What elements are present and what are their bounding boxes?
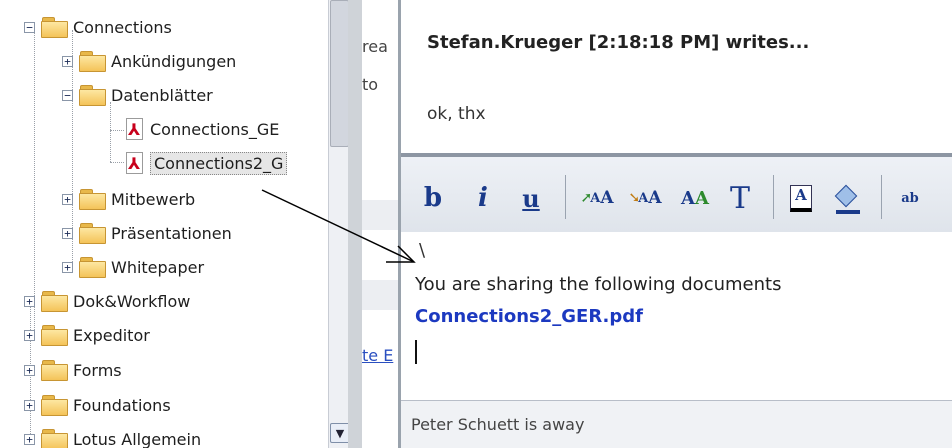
tree-item-label: Lotus Allgemein bbox=[73, 429, 202, 448]
tree-item-label: Connections2_G bbox=[150, 151, 288, 175]
chat-window: Stefan.Krueger [2:18:18 PM] writes... ok… bbox=[398, 0, 952, 448]
format-toolbar: b i u ➚ A A ➘ A A AA T A ab bbox=[401, 157, 952, 233]
tree-item-label: Präsentationen bbox=[111, 223, 232, 243]
more-format-icon[interactable]: ab bbox=[895, 181, 925, 215]
tree-item-label: Datenblätter bbox=[111, 85, 213, 105]
toolbar-separator bbox=[773, 175, 774, 219]
expand-icon[interactable]: + bbox=[24, 364, 35, 376]
expand-icon[interactable]: + bbox=[62, 261, 73, 273]
tree-scrollbar[interactable]: ▼ bbox=[328, 0, 350, 448]
file-tree: − Connections + Ankündigungen − Datenblä… bbox=[0, 0, 328, 448]
panel-divider[interactable] bbox=[348, 0, 362, 448]
chat-history: Stefan.Krueger [2:18:18 PM] writes... ok… bbox=[401, 0, 952, 153]
tree-item-label: Expeditor bbox=[73, 325, 150, 345]
share-notice: You are sharing the following documents bbox=[415, 274, 782, 295]
expand-icon[interactable]: + bbox=[24, 399, 35, 411]
shrink-font-icon[interactable]: ➘ A A bbox=[627, 181, 663, 215]
chevron-down-icon[interactable]: ▼ bbox=[330, 423, 350, 443]
background-color-icon[interactable] bbox=[831, 181, 863, 215]
mouse-cursor-mark: \ bbox=[419, 240, 426, 261]
folder-icon bbox=[79, 51, 106, 72]
folder-icon bbox=[41, 325, 68, 346]
folder-icon bbox=[79, 257, 106, 278]
tree-item-forms[interactable]: + Forms bbox=[24, 355, 122, 385]
message-header: Stefan.Krueger [2:18:18 PM] writes... bbox=[427, 32, 810, 53]
tree-item-whitepaper[interactable]: + Whitepaper bbox=[62, 252, 204, 282]
tree-item-label: Connections_GE bbox=[150, 119, 280, 139]
background-document: rea to te E bbox=[362, 0, 398, 448]
message-text: ok, thx bbox=[427, 104, 486, 124]
expand-icon[interactable]: + bbox=[24, 329, 35, 341]
tree-item-label: Ankündigungen bbox=[111, 51, 237, 71]
compose-area[interactable]: \ You are sharing the following document… bbox=[401, 232, 952, 400]
bold-button[interactable]: b bbox=[419, 181, 447, 215]
folder-icon bbox=[79, 85, 106, 106]
tree-item-label: Connections bbox=[73, 17, 172, 37]
folder-icon bbox=[79, 223, 106, 244]
toolbar-separator bbox=[881, 175, 882, 219]
tree-item-dok-workflow[interactable]: + Dok&Workflow bbox=[24, 286, 190, 316]
tree-item-mitbewerb[interactable]: + Mitbewerb bbox=[62, 184, 195, 214]
expand-icon[interactable]: + bbox=[24, 295, 35, 307]
tree-item-connections-ge[interactable]: ⅄ Connections_GE bbox=[124, 114, 279, 144]
text-fragment: rea bbox=[362, 37, 388, 56]
folder-icon bbox=[41, 291, 68, 312]
toolbar-separator bbox=[565, 175, 566, 219]
row-band bbox=[362, 280, 398, 310]
tree-item-label: Foundations bbox=[73, 395, 171, 415]
expand-icon[interactable]: + bbox=[62, 227, 73, 239]
tree-item-expeditor[interactable]: + Expeditor bbox=[24, 320, 150, 350]
tree-item-datenblaetter[interactable]: − Datenblätter bbox=[62, 80, 213, 110]
collapse-icon[interactable]: − bbox=[62, 89, 73, 101]
tree-item-ankuendigungen[interactable]: + Ankündigungen bbox=[62, 46, 236, 76]
tree-item-connections[interactable]: − Connections bbox=[24, 12, 172, 42]
expand-icon[interactable]: + bbox=[62, 193, 73, 205]
scrollbar-thumb[interactable] bbox=[330, 0, 349, 147]
pdf-file-icon: ⅄ bbox=[124, 118, 144, 140]
expand-icon[interactable]: + bbox=[24, 433, 35, 445]
collapse-icon[interactable]: − bbox=[24, 21, 35, 33]
status-bar: Peter Schuett is away bbox=[401, 400, 952, 448]
folder-icon bbox=[41, 395, 68, 416]
tree-item-lotus-allgemein[interactable]: + Lotus Allgemein bbox=[24, 424, 201, 448]
tree-item-label: Mitbewerb bbox=[111, 189, 196, 209]
shared-document-link[interactable]: Connections2_GER.pdf bbox=[415, 306, 643, 327]
pdf-file-icon: ⅄ bbox=[124, 152, 144, 174]
folder-icon bbox=[41, 360, 68, 381]
tree-item-praesentationen[interactable]: + Präsentationen bbox=[62, 218, 232, 248]
text-caret bbox=[415, 340, 417, 364]
text-color-icon[interactable]: A bbox=[785, 181, 817, 215]
folder-icon bbox=[41, 17, 68, 38]
font-icon[interactable]: T bbox=[725, 181, 755, 216]
underline-button[interactable]: u bbox=[517, 181, 545, 215]
text-fragment: to bbox=[362, 75, 379, 94]
grow-font-icon[interactable]: ➚ A A bbox=[579, 181, 615, 215]
tree-item-foundations[interactable]: + Foundations bbox=[24, 390, 171, 420]
tree-item-connections2-ger[interactable]: ⅄ Connections2_G bbox=[124, 148, 288, 178]
italic-button[interactable]: i bbox=[471, 181, 495, 215]
link-fragment[interactable]: te E bbox=[362, 346, 393, 365]
folder-icon bbox=[41, 429, 68, 448]
row-band bbox=[362, 200, 398, 230]
tree-item-label: Whitepaper bbox=[111, 257, 205, 277]
status-text: Peter Schuett is away bbox=[411, 415, 585, 434]
folder-icon bbox=[79, 189, 106, 210]
tree-item-label: Dok&Workflow bbox=[73, 291, 191, 311]
font-style-icon[interactable]: AA bbox=[677, 181, 713, 215]
tree-item-label: Forms bbox=[73, 360, 122, 380]
expand-icon[interactable]: + bbox=[62, 55, 73, 67]
